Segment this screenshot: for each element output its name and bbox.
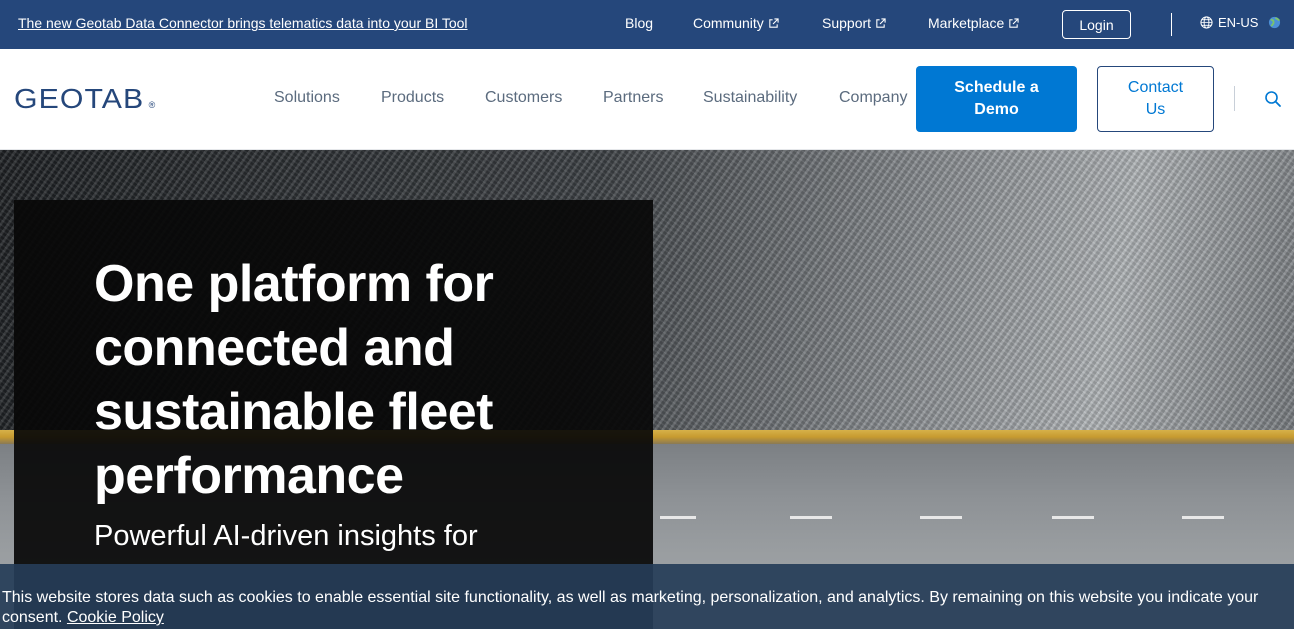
locale-label: EN-US (1218, 15, 1259, 30)
globe-emoji-icon (1269, 16, 1281, 29)
top-bar: The new Geotab Data Connector brings tel… (0, 0, 1294, 49)
logo-registered-mark: ® (148, 100, 156, 110)
cookie-text: This website stores data such as cookies… (2, 589, 1259, 626)
hero-title: One platform for connected and sustainab… (94, 255, 494, 505)
nav-item-products[interactable]: Products (381, 89, 444, 107)
lane-marking (1182, 516, 1224, 519)
lane-marking (790, 516, 832, 519)
nav-item-customers[interactable]: Customers (485, 89, 562, 107)
nav-item-partners[interactable]: Partners (603, 89, 663, 107)
cookie-banner: This website stores data such as cookies… (0, 564, 1294, 629)
nav-item-company[interactable]: Company (839, 89, 907, 107)
nav-item-solutions[interactable]: Solutions (274, 89, 340, 107)
contact-us-button[interactable]: Contact Us (1097, 66, 1214, 132)
logo-text: GEOTAB (14, 83, 145, 114)
external-link-icon (876, 17, 886, 28)
hero-section: One platform for connected and sustainab… (0, 150, 1294, 629)
top-link-label: Support (822, 15, 872, 31)
nav-divider (1234, 86, 1235, 111)
top-link-community[interactable]: Community (693, 15, 779, 31)
announcement-link[interactable]: The new Geotab Data Connector brings tel… (18, 15, 468, 31)
main-nav: GEOTAB ® Solutions Products Customers Pa… (0, 49, 1294, 150)
top-link-label: Blog (625, 15, 654, 31)
login-button[interactable]: Login (1062, 10, 1131, 39)
cookie-policy-link[interactable]: Cookie Policy (67, 609, 164, 626)
top-link-support[interactable]: Support (822, 15, 886, 31)
locale-selector[interactable]: EN-US (1200, 15, 1281, 30)
external-link-icon (1009, 17, 1019, 28)
top-link-label: Community (693, 15, 764, 31)
top-link-marketplace[interactable]: Marketplace (928, 15, 1019, 31)
top-link-blog[interactable]: Blog (625, 15, 653, 31)
top-link-label: Marketplace (928, 15, 1005, 31)
top-divider (1171, 13, 1172, 36)
globe-icon (1200, 16, 1213, 29)
nav-item-sustainability[interactable]: Sustainability (703, 89, 797, 107)
external-link-icon (769, 17, 779, 28)
hero-subtitle: Powerful AI-driven insights for (94, 520, 478, 552)
lane-marking (920, 516, 962, 519)
geotab-logo[interactable]: GEOTAB ® (14, 79, 155, 119)
search-icon[interactable] (1264, 90, 1282, 108)
lane-marking (1052, 516, 1094, 519)
schedule-demo-button[interactable]: Schedule a Demo (916, 66, 1077, 132)
lane-marking (660, 516, 696, 519)
